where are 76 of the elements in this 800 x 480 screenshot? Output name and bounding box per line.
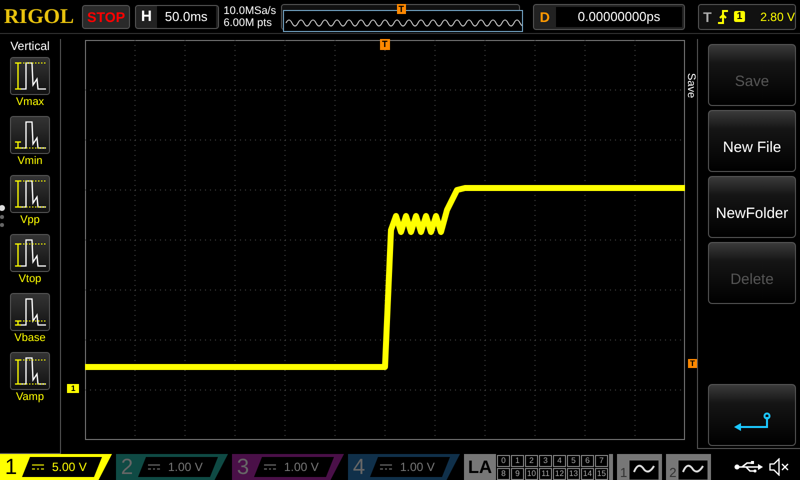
channel-tab[interactable]: 2 1.00 V bbox=[116, 454, 228, 480]
trigger-level: 2.80 V bbox=[760, 10, 795, 24]
measurement-button[interactable] bbox=[10, 116, 50, 154]
delay-box[interactable]: D 0.00000000ps bbox=[532, 4, 686, 30]
trigger-level-marker[interactable]: T bbox=[688, 359, 697, 368]
measurement-label: Vmin bbox=[17, 154, 43, 168]
digital-channel-indicator: 6 bbox=[581, 454, 594, 466]
channel-scale: 1.00 V bbox=[284, 460, 319, 474]
sample-rate: 10.0MSa/s bbox=[224, 4, 276, 16]
dc-coupling-icon bbox=[32, 463, 44, 471]
digital-channel-indicator: 11 bbox=[539, 468, 552, 480]
measurement-label: Vmax bbox=[16, 95, 44, 109]
page-dot[interactable] bbox=[0, 205, 5, 211]
digital-channel-indicator: 7 bbox=[595, 454, 608, 466]
rising-edge-icon bbox=[716, 8, 729, 24]
digital-channel-indicator: 8 bbox=[497, 468, 510, 480]
channel-scale: 1.00 V bbox=[400, 460, 435, 474]
digital-channel-indicator: 9 bbox=[511, 468, 524, 480]
horizontal-label: H bbox=[140, 8, 153, 25]
measurement-label: Vbase bbox=[14, 331, 46, 345]
dc-coupling-icon bbox=[264, 463, 276, 471]
sine-wave-icon bbox=[629, 460, 660, 480]
channel-tab[interactable]: 4 1.00 V bbox=[348, 454, 460, 480]
channel-tab[interactable]: 1 5.00 V bbox=[0, 454, 112, 480]
digital-channel-indicator: 1 bbox=[511, 454, 524, 466]
trigger-source: 1 bbox=[734, 11, 746, 22]
dc-coupling-icon bbox=[380, 463, 392, 471]
menu-button[interactable]: NewFolder bbox=[708, 176, 796, 238]
measurement-button[interactable] bbox=[10, 352, 50, 390]
menu-title: Save bbox=[685, 73, 697, 98]
digital-channel-indicator: 12 bbox=[553, 468, 566, 480]
measurement-button[interactable] bbox=[10, 234, 50, 272]
trigger-position-marker[interactable]: T bbox=[380, 39, 390, 50]
measurement-button[interactable] bbox=[10, 293, 50, 331]
digital-channel-indicator: 15 bbox=[595, 468, 608, 480]
trigger-position-marker: T bbox=[396, 4, 406, 14]
generator-number: 2 bbox=[669, 465, 676, 480]
digital-channel-indicator: 14 bbox=[581, 468, 594, 480]
digital-channel-indicator: 13 bbox=[567, 468, 580, 480]
sine-wave-icon bbox=[678, 460, 708, 480]
channel-tab[interactable]: 3 1.00 V bbox=[232, 454, 344, 480]
logic-analyzer-label: LA bbox=[468, 456, 492, 478]
digital-channel-indicator: 10 bbox=[525, 468, 538, 480]
digital-channel-indicator: 4 bbox=[553, 454, 566, 466]
digital-channel-indicator: 0 bbox=[497, 454, 510, 466]
measurement-button[interactable] bbox=[10, 175, 50, 213]
trigger-box[interactable]: T 1 2.80 V bbox=[698, 4, 796, 30]
digital-channel-indicator: 3 bbox=[539, 454, 552, 466]
measurement-label: Vamp bbox=[16, 390, 44, 404]
delay-label: D bbox=[538, 8, 551, 24]
brand-logo: RIGOL bbox=[4, 4, 76, 29]
run-state-indicator[interactable]: STOP bbox=[82, 4, 130, 28]
digital-channel-indicator: 5 bbox=[567, 454, 580, 466]
menu-button[interactable]: New File bbox=[708, 110, 796, 172]
page-dot[interactable] bbox=[0, 223, 4, 227]
dc-coupling-icon bbox=[148, 463, 160, 471]
speaker-muted-icon bbox=[768, 458, 790, 476]
memory-depth: 6.00M pts bbox=[224, 16, 273, 28]
channel-scale: 5.00 V bbox=[52, 460, 87, 474]
timebase-value: 50.0ms bbox=[156, 6, 216, 28]
horizontal-scale-box[interactable]: H 50.0ms bbox=[135, 4, 219, 28]
panel-title: Vertical bbox=[10, 39, 50, 53]
back-button[interactable] bbox=[708, 384, 796, 446]
logic-analyzer-tab[interactable]: LA 0 1 2 3 4 5 6 7 8 9 10 11 12 13 14 15 bbox=[464, 454, 613, 480]
channel-offset-marker[interactable]: 1 bbox=[67, 384, 80, 393]
measurement-label: Vpp bbox=[20, 213, 40, 227]
page-dot[interactable] bbox=[0, 215, 4, 219]
generator-number: 1 bbox=[620, 465, 628, 480]
measurement-label: Vtop bbox=[18, 272, 42, 286]
channel-scale: 1.00 V bbox=[168, 460, 203, 474]
return-arrow-icon bbox=[733, 412, 771, 432]
digital-channel-indicator: 2 bbox=[525, 454, 538, 466]
measurement-button[interactable] bbox=[10, 57, 50, 95]
usb-icon bbox=[734, 460, 764, 474]
trigger-label: T bbox=[703, 8, 712, 24]
delay-value: 0.00000000ps bbox=[556, 6, 682, 26]
